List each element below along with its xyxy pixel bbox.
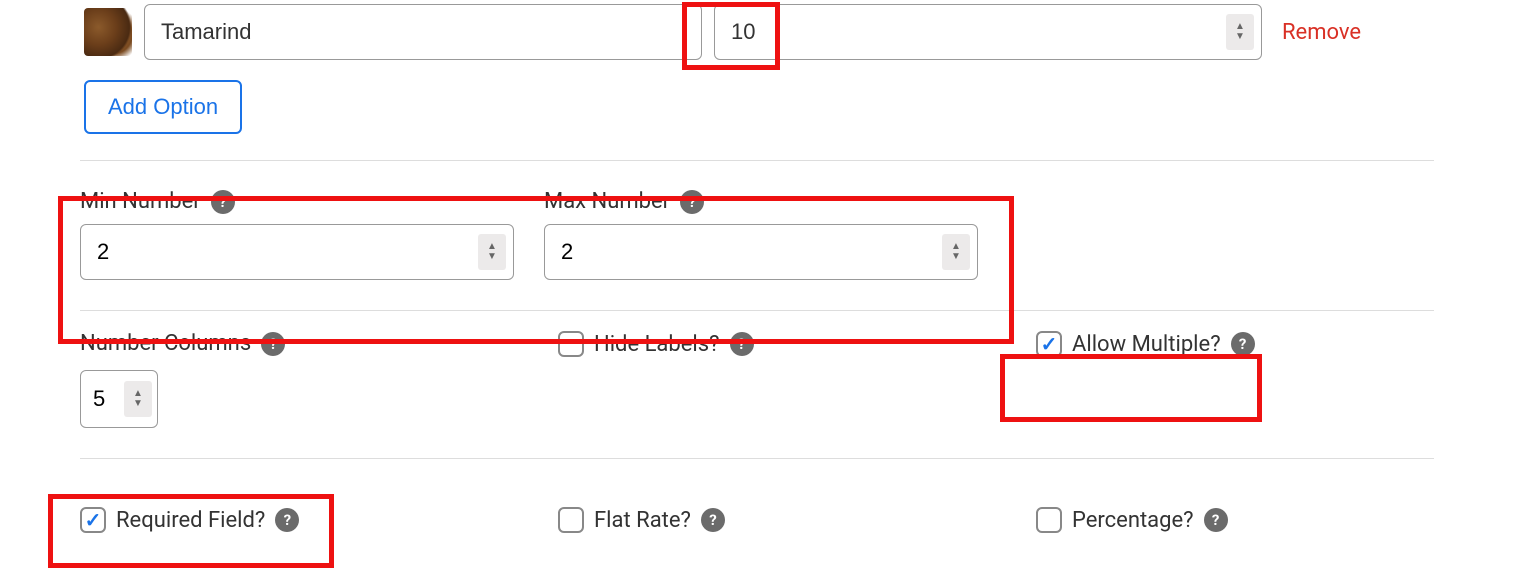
checkbox-icon xyxy=(80,507,106,533)
checkbox-icon xyxy=(1036,331,1062,357)
percentage-checkbox[interactable]: Percentage? ? xyxy=(1036,507,1514,533)
help-icon[interactable]: ? xyxy=(680,190,704,214)
max-number-input[interactable] xyxy=(544,224,978,280)
help-icon[interactable]: ? xyxy=(701,508,725,532)
min-number-label: Min Number xyxy=(80,189,201,214)
allow-multiple-label: Allow Multiple? xyxy=(1072,332,1221,357)
option-name-input[interactable] xyxy=(144,4,702,60)
remove-option-link[interactable]: Remove xyxy=(1282,20,1361,45)
option-value-input[interactable] xyxy=(714,4,1262,60)
help-icon[interactable]: ? xyxy=(730,332,754,356)
help-icon[interactable]: ? xyxy=(211,190,235,214)
hide-labels-label: Hide Labels? xyxy=(594,332,720,357)
max-number-label: Max Number xyxy=(544,189,670,214)
required-field-label: Required Field? xyxy=(116,508,265,533)
min-number-input[interactable] xyxy=(80,224,514,280)
option-thumbnail[interactable] xyxy=(84,8,132,56)
number-columns-label: Number Columns xyxy=(80,331,251,356)
flat-rate-label: Flat Rate? xyxy=(594,508,691,533)
stepper-icon[interactable]: ▲▼ xyxy=(1226,14,1254,50)
flat-rate-checkbox[interactable]: Flat Rate? ? xyxy=(558,507,1036,533)
help-icon[interactable]: ? xyxy=(1204,508,1228,532)
hide-labels-checkbox[interactable]: Hide Labels? ? xyxy=(558,331,1036,357)
help-icon[interactable]: ? xyxy=(261,332,285,356)
percentage-label: Percentage? xyxy=(1072,508,1194,533)
help-icon[interactable]: ? xyxy=(1231,332,1255,356)
required-field-checkbox[interactable]: Required Field? ? xyxy=(80,507,558,533)
checkbox-icon xyxy=(1036,507,1062,533)
stepper-icon[interactable]: ▲▼ xyxy=(942,234,970,270)
help-icon[interactable]: ? xyxy=(275,508,299,532)
stepper-icon[interactable]: ▲▼ xyxy=(478,234,506,270)
allow-multiple-checkbox[interactable]: Allow Multiple? ? xyxy=(1036,331,1514,357)
checkbox-icon xyxy=(558,331,584,357)
add-option-button[interactable]: Add Option xyxy=(84,80,242,134)
stepper-icon[interactable]: ▲▼ xyxy=(124,381,152,417)
checkbox-icon xyxy=(558,507,584,533)
